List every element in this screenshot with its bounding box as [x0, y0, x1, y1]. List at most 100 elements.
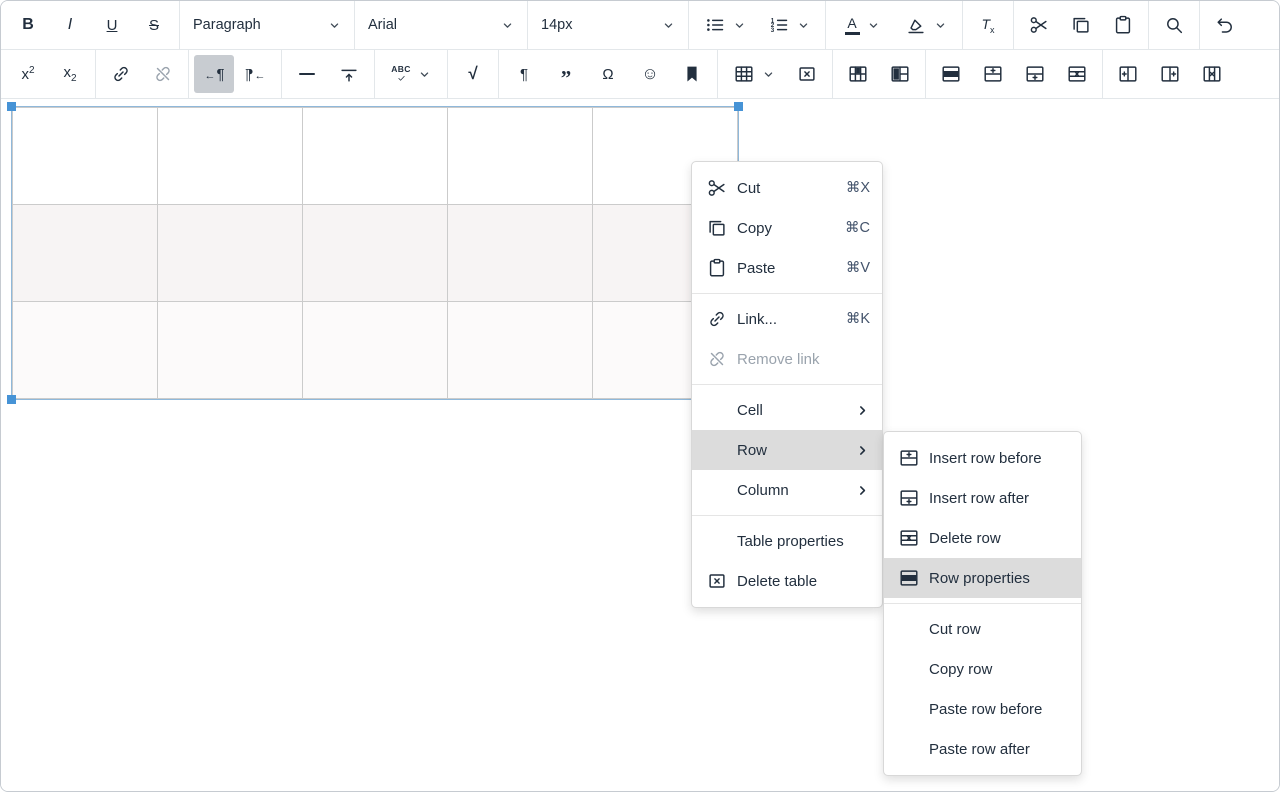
delete-row-button[interactable] — [1057, 55, 1097, 93]
emoji-button[interactable]: ☺ — [630, 55, 670, 93]
insert-row-after-button[interactable] — [1015, 55, 1055, 93]
highlight-color-button[interactable] — [895, 6, 957, 44]
cell-properties-button[interactable] — [838, 55, 878, 93]
table-cell[interactable] — [158, 205, 303, 302]
chevron-down-icon — [733, 19, 746, 32]
menu-item-label: Row — [737, 442, 849, 459]
context-menu-item-column[interactable]: Column — [692, 470, 882, 510]
text-color-button[interactable]: A — [831, 6, 893, 44]
underline-button[interactable]: U — [92, 6, 132, 44]
search-button[interactable] — [1154, 6, 1194, 44]
submenu-item-copy-row[interactable]: Copy row — [884, 649, 1081, 689]
page-break-button[interactable] — [329, 55, 369, 93]
superscript-mark: 2 — [29, 65, 35, 76]
context-menu-item-table-properties[interactable]: Table properties — [692, 521, 882, 561]
table-cell[interactable] — [13, 205, 158, 302]
context-menu-item-cell[interactable]: Cell — [692, 390, 882, 430]
resize-handle-top-right[interactable] — [734, 102, 743, 111]
superscript-button[interactable]: x2 — [8, 55, 48, 93]
strikethrough-button[interactable]: S — [134, 6, 174, 44]
delete-table-button[interactable] — [787, 55, 827, 93]
menu-icon-placeholder — [898, 738, 920, 760]
submenu-item-insert-row-before[interactable]: Insert row before — [884, 438, 1081, 478]
submenu-item-delete-row[interactable]: Delete row — [884, 518, 1081, 558]
insert-row-before-icon — [898, 447, 920, 469]
paragraph-mark-button[interactable]: ¶ — [504, 55, 544, 93]
insert-table-button[interactable] — [723, 55, 785, 93]
table-cell[interactable] — [448, 108, 593, 205]
anchor-button[interactable] — [672, 55, 712, 93]
paste-button[interactable] — [1103, 6, 1143, 44]
editor-content-area[interactable] — [1, 101, 1279, 791]
link-button[interactable] — [101, 55, 141, 93]
numbered-list-button[interactable] — [758, 6, 820, 44]
menu-item-shortcut: ⌘X — [846, 180, 870, 196]
table-cell[interactable] — [13, 302, 158, 399]
copy-icon — [706, 217, 728, 239]
subscript-button[interactable]: x2 — [50, 55, 90, 93]
cut-button[interactable] — [1019, 6, 1059, 44]
text-color-icon: A — [845, 16, 860, 35]
menu-item-label: Cell — [737, 402, 849, 419]
formula-button[interactable]: √ — [453, 55, 493, 93]
insert-column-after-icon — [1159, 63, 1181, 85]
horizontal-rule-icon — [299, 73, 315, 75]
delete-column-button[interactable] — [1192, 55, 1232, 93]
menu-item-shortcut: ⌘C — [845, 220, 870, 236]
bullet-list-button[interactable] — [694, 6, 756, 44]
submenu-item-paste-row-after[interactable]: Paste row after — [884, 729, 1081, 769]
table-cell[interactable] — [13, 108, 158, 205]
insert-row-before-button[interactable] — [973, 55, 1013, 93]
unlink-button[interactable] — [143, 55, 183, 93]
context-menu-item-link[interactable]: Link... ⌘K — [692, 299, 882, 339]
resize-handle-bottom-left[interactable] — [7, 395, 16, 404]
copy-button[interactable] — [1061, 6, 1101, 44]
blockquote-button[interactable]: ” — [546, 55, 586, 93]
submenu-item-cut-row[interactable]: Cut row — [884, 609, 1081, 649]
context-menu-item-cut[interactable]: Cut ⌘X — [692, 168, 882, 208]
menu-item-shortcut: ⌘K — [846, 311, 870, 327]
context-menu-item-remove-link[interactable]: Remove link — [692, 339, 882, 379]
table-cell[interactable] — [448, 205, 593, 302]
merge-cells-icon — [889, 63, 911, 85]
highlighter-icon — [905, 14, 927, 36]
editor-table[interactable] — [11, 106, 739, 400]
menu-item-label: Copy — [737, 220, 837, 237]
menu-item-label: Insert row after — [929, 490, 1069, 507]
context-menu-item-copy[interactable]: Copy ⌘C — [692, 208, 882, 248]
table-cell[interactable] — [158, 302, 303, 399]
table-cell[interactable] — [448, 302, 593, 399]
italic-button[interactable]: I — [50, 6, 90, 44]
font-family-select[interactable]: Arial — [355, 1, 527, 49]
context-menu-item-row[interactable]: Row — [692, 430, 882, 470]
submenu-item-row-properties[interactable]: Row properties — [884, 558, 1081, 598]
table-cell[interactable] — [303, 205, 448, 302]
delete-table-icon — [796, 63, 818, 85]
insert-column-after-button[interactable] — [1150, 55, 1190, 93]
spellcheck-button[interactable]: ABC — [380, 55, 442, 93]
table-cell[interactable] — [303, 302, 448, 399]
rtl-button[interactable]: ¶← — [236, 55, 276, 93]
chevron-down-icon — [762, 68, 775, 81]
bold-button[interactable]: B — [8, 6, 48, 44]
special-character-button[interactable]: Ω — [588, 55, 628, 93]
ltr-button[interactable]: ←¶ — [194, 55, 234, 93]
clear-formatting-button[interactable]: Tx — [968, 6, 1008, 44]
block-format-select[interactable]: Paragraph — [180, 1, 354, 49]
horizontal-rule-button[interactable] — [287, 55, 327, 93]
table-cell[interactable] — [303, 108, 448, 205]
submenu-item-insert-row-after[interactable]: Insert row after — [884, 478, 1081, 518]
row-properties-button[interactable] — [931, 55, 971, 93]
table-cell[interactable] — [158, 108, 303, 205]
context-menu-item-delete-table[interactable]: Delete table — [692, 561, 882, 601]
submenu-item-paste-row-before[interactable]: Paste row before — [884, 689, 1081, 729]
font-size-select[interactable]: 14px — [528, 1, 688, 49]
insert-row-after-icon — [898, 487, 920, 509]
undo-button[interactable] — [1205, 6, 1245, 44]
insert-column-before-button[interactable] — [1108, 55, 1148, 93]
italic-label: I — [68, 16, 72, 34]
context-menu-item-paste[interactable]: Paste ⌘V — [692, 248, 882, 288]
spellcheck-abc: ABC — [391, 65, 411, 74]
merge-cells-button[interactable] — [880, 55, 920, 93]
resize-handle-top-left[interactable] — [7, 102, 16, 111]
